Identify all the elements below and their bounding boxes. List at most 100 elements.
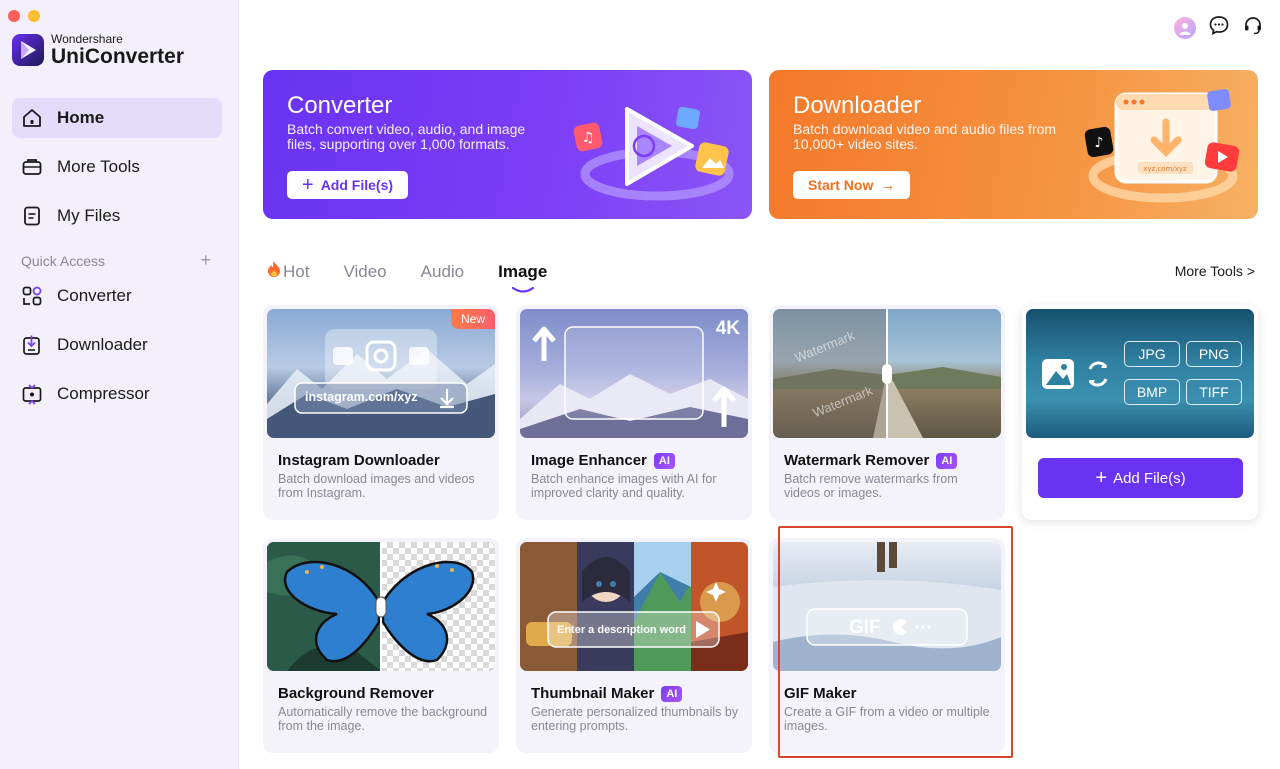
card-title: GIF Maker [784, 685, 857, 702]
tab-hot[interactable]: Hot [266, 260, 309, 283]
more-tools-link[interactable]: More Tools > [1175, 263, 1255, 279]
sidebar-item-label: My Files [57, 206, 121, 225]
sidebar-item-label: Downloader [57, 335, 148, 354]
tool-card-background-remover[interactable]: Background Remover Automatically remove … [263, 538, 499, 753]
sidebar-item-label: Converter [57, 286, 132, 305]
card-title-text: Background Remover [278, 685, 434, 702]
add-files-label: Add File(s) [1113, 469, 1186, 487]
card-description: Generate personalized thumbnails by ente… [531, 705, 739, 733]
sidebar: Wondershare UniConverter Home More Tools… [0, 0, 239, 769]
add-files-button[interactable]: + Add File(s) [287, 171, 409, 199]
sidebar-item-label: Home [57, 108, 105, 127]
image-convert-icons [1042, 359, 1108, 389]
fire-icon [266, 260, 282, 283]
card-title-text: Image Enhancer [531, 452, 647, 469]
background-remover-thumbnail [267, 542, 495, 671]
home-icon [21, 107, 43, 129]
gif-label: GIF [849, 617, 881, 638]
start-now-button[interactable]: Start Now → [793, 171, 911, 199]
image-add-files-button[interactable]: + Add File(s) [1038, 458, 1243, 498]
image-converter-card: JPG PNG BMP TIFF + Add File(s) [1022, 305, 1258, 520]
compressor-icon [21, 383, 43, 405]
gif-maker-thumbnail: GIF [773, 542, 1001, 671]
card-title: Background Remover [278, 685, 434, 702]
uniconverter-logo-icon [12, 34, 44, 66]
ai-badge: AI [653, 452, 675, 469]
card-title: Image Enhancer AI [531, 452, 675, 469]
instagram-url-text: instagram.com/xyz [305, 390, 418, 404]
avatar[interactable] [1174, 16, 1196, 39]
tool-card-thumbnail-maker[interactable]: Enter a description word Thumbnail Maker… [516, 538, 752, 753]
start-now-label: Start Now [808, 177, 874, 193]
format-bmp: BMP [1124, 379, 1180, 405]
sidebar-item-converter[interactable]: Converter [12, 276, 222, 316]
tab-label: Video [343, 261, 387, 281]
svg-text:♪: ♪ [1095, 135, 1104, 151]
thumbnail-maker-thumbnail: Enter a description word [520, 542, 748, 671]
card-title: Watermark Remover AI [784, 452, 958, 469]
converter-banner[interactable]: Converter Batch convert video, audio, an… [263, 70, 752, 219]
card-description: Automatically remove the background from… [278, 705, 488, 733]
watermark-remover-thumbnail: Watermark Watermark [773, 309, 1001, 438]
window-controls [8, 10, 40, 22]
plus-icon: + [302, 174, 314, 196]
sidebar-item-compressor[interactable]: Compressor [12, 374, 222, 414]
card-title-text: GIF Maker [784, 685, 857, 702]
card-title-text: Instagram Downloader [278, 452, 440, 469]
add-files-label: Add File(s) [320, 177, 394, 193]
downloader-icon [21, 334, 43, 356]
top-toolbar [1174, 14, 1264, 41]
toolbox-icon [21, 156, 43, 178]
card-description: Batch remove watermarks from videos or i… [784, 472, 958, 500]
downloader-banner[interactable]: Downloader Batch download video and audi… [769, 70, 1258, 219]
converter-banner-title: Converter [287, 92, 393, 119]
format-png: PNG [1186, 341, 1242, 367]
sidebar-item-my-files[interactable]: My Files [12, 196, 222, 236]
card-title: Thumbnail Maker AI [531, 685, 683, 702]
tool-card-image-enhancer[interactable]: 4K Image Enhancer AI Batch enhance images… [516, 305, 752, 520]
arrow-right-icon: → [880, 176, 896, 194]
brand-name: UniConverter [51, 45, 185, 68]
minimize-window-button[interactable] [28, 10, 40, 22]
ai-badge: AI [661, 685, 683, 702]
sidebar-item-downloader[interactable]: Downloader [12, 325, 222, 365]
active-tab-indicator [511, 287, 534, 293]
message-icon[interactable] [1208, 14, 1230, 41]
quick-access-label: Quick Access [21, 252, 106, 269]
sidebar-item-more-tools[interactable]: More Tools [12, 147, 222, 187]
plus-icon: + [1095, 467, 1108, 489]
tool-card-instagram-downloader[interactable]: instagram.com/xyz New Instagram Download… [263, 305, 499, 520]
sidebar-item-label: More Tools [57, 157, 140, 176]
converter-illustration: ♫ [573, 106, 734, 201]
sidebar-item-home[interactable]: Home [12, 98, 222, 138]
svg-text:♫: ♫ [582, 130, 595, 146]
tab-label: Hot [283, 261, 310, 281]
ai-badge: AI [936, 452, 958, 469]
format-jpg: JPG [1124, 341, 1180, 367]
card-title: Instagram Downloader [278, 452, 440, 469]
quick-access-add-button[interactable]: + [200, 250, 211, 271]
tool-card-gif-maker[interactable]: GIF GIF Maker Create a GIF from a video … [769, 538, 1005, 753]
thumbnail-prompt-text: Enter a description word [557, 624, 686, 636]
tab-video[interactable]: Video [343, 260, 386, 283]
downloader-art-url: xyz.com/xyz [1143, 165, 1187, 173]
tab-label: Audio [420, 261, 465, 281]
card-description: Batch download images and videos from In… [278, 472, 475, 500]
tool-card-watermark-remover[interactable]: Watermark Watermark Watermark Remover AI … [769, 305, 1005, 520]
category-tabs: Hot Video Audio Image [266, 260, 581, 293]
downloader-banner-title: Downloader [793, 92, 922, 119]
tab-image[interactable]: Image [498, 260, 548, 293]
support-headset-icon[interactable] [1242, 14, 1264, 41]
tab-label: Image [498, 261, 548, 281]
4k-label: 4K [715, 318, 740, 339]
image-converter-thumbnail: JPG PNG BMP TIFF [1026, 309, 1254, 438]
quick-access-header: Quick Access + [21, 250, 211, 271]
converter-banner-desc: Batch convert video, audio, and image fi… [287, 121, 526, 152]
instagram-downloader-thumbnail: instagram.com/xyz New [267, 309, 495, 438]
card-description: Create a GIF from a video or multiple im… [784, 705, 990, 733]
app-logo: Wondershare UniConverter [12, 33, 184, 67]
card-title-text: Watermark Remover [784, 452, 930, 469]
tab-audio[interactable]: Audio [421, 260, 464, 283]
close-window-button[interactable] [8, 10, 20, 22]
downloader-banner-desc: Batch download video and audio files fro… [793, 121, 1057, 152]
